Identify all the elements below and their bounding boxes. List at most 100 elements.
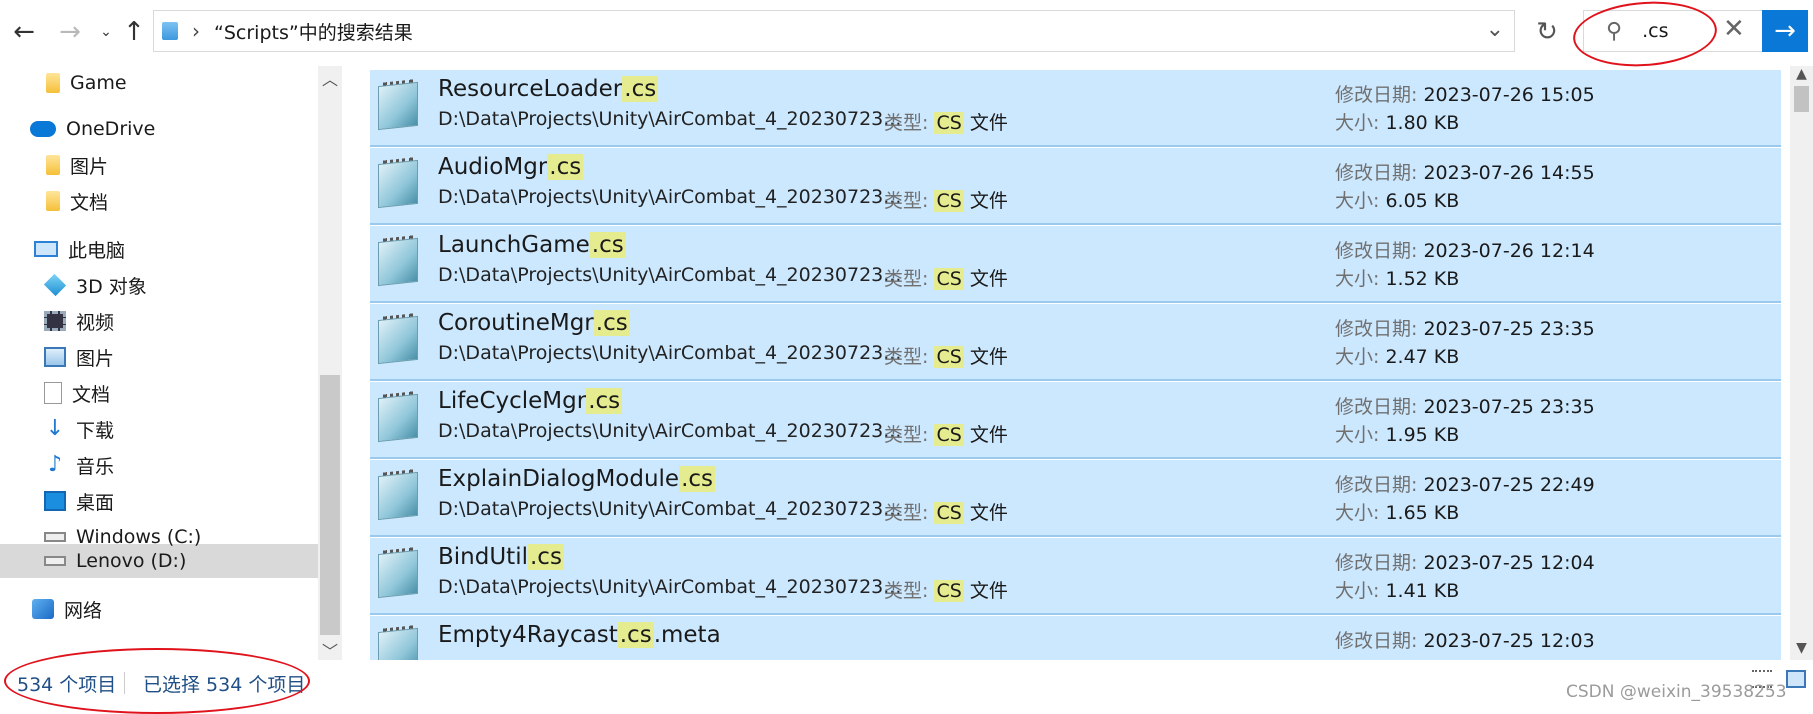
file-date: 修改日期: 2023-07-25 12:03: [1335, 630, 1595, 652]
sidebar-item-documents[interactable]: 文档: [44, 376, 110, 410]
file-row[interactable]: LaunchGame.cs D:\Data\Projects\Unity\Air…: [370, 226, 1781, 303]
sidebar-item-music[interactable]: ♪ 音乐: [44, 448, 114, 482]
annotation-circle-status: [4, 648, 310, 714]
folder-icon: [46, 191, 60, 211]
file-type: 类型: CS 文件: [884, 502, 1008, 524]
status-bar: 534 个项目 已选择 534 个项目 CSDN @weixin_3953825…: [0, 648, 1813, 714]
sidebar-item-onedrive[interactable]: OneDrive: [30, 112, 155, 146]
chevron-down-icon[interactable]: ⌄: [1486, 17, 1504, 42]
text-file-icon: [378, 627, 418, 662]
file-type: 类型: CS 文件: [884, 112, 1008, 134]
clear-search-icon[interactable]: ✕: [1723, 14, 1745, 44]
search-go-button[interactable]: →: [1762, 10, 1808, 52]
text-file-icon: [378, 471, 418, 521]
video-icon: [44, 311, 66, 331]
sidebar-item-onedrive-pictures[interactable]: 图片: [46, 148, 108, 182]
file-name: BindUtil.cs: [438, 544, 564, 570]
file-row[interactable]: BindUtil.cs D:\Data\Projects\Unity\AirCo…: [370, 538, 1781, 615]
file-type: 类型: CS 文件: [884, 580, 1008, 602]
folder-icon: [46, 73, 60, 93]
drive-icon: [44, 532, 66, 542]
text-file-icon: [378, 315, 418, 365]
file-date: 修改日期: 2023-07-25 23:35: [1335, 318, 1595, 340]
back-arrow-icon[interactable]: ←: [6, 14, 42, 50]
sidebar-scrollbar-thumb[interactable]: [320, 375, 340, 635]
sidebar-item-3d-objects[interactable]: 3D 对象: [43, 268, 147, 302]
3d-objects-icon: [43, 273, 67, 297]
scroll-up-icon[interactable]: ︿: [318, 66, 342, 90]
music-icon: ♪: [47, 452, 63, 477]
address-bar[interactable]: › “Scripts”中的搜索结果 ⌄: [153, 10, 1515, 52]
file-type: 类型: CS 文件: [884, 424, 1008, 446]
results-scrollbar[interactable]: [1790, 66, 1813, 660]
documents-icon: [44, 382, 62, 404]
file-row[interactable]: Empty4Raycast.cs.meta 修改日期: 2023-07-25 1…: [370, 616, 1781, 662]
folder-icon: [46, 155, 60, 175]
network-icon: [32, 599, 54, 619]
file-date: 修改日期: 2023-07-25 23:35: [1335, 396, 1595, 418]
chevron-right-icon[interactable]: ›: [192, 19, 200, 43]
file-type: 类型: CS 文件: [884, 346, 1008, 368]
file-name: Empty4Raycast.cs.meta: [438, 622, 721, 648]
file-date: 修改日期: 2023-07-26 14:55: [1335, 162, 1595, 184]
file-name: ExplainDialogModule.cs: [438, 466, 716, 492]
file-path: D:\Data\Projects\Unity\AirCombat_4_20230…: [438, 264, 902, 286]
large-icons-view-icon[interactable]: [1786, 670, 1806, 688]
sidebar-item-desktop[interactable]: 桌面: [44, 484, 114, 518]
sidebar-item-this-pc[interactable]: 此电脑: [34, 232, 125, 266]
folder-icon: [162, 22, 178, 40]
file-path: D:\Data\Projects\Unity\AirCombat_4_20230…: [438, 420, 902, 442]
file-name: AudioMgr.cs: [438, 154, 584, 180]
file-row[interactable]: AudioMgr.cs D:\Data\Projects\Unity\AirCo…: [370, 148, 1781, 225]
file-path: D:\Data\Projects\Unity\AirCombat_4_20230…: [438, 108, 902, 130]
file-path: D:\Data\Projects\Unity\AirCombat_4_20230…: [438, 342, 902, 364]
results-list: ResourceLoader.cs D:\Data\Projects\Unity…: [370, 70, 1781, 662]
refresh-icon[interactable]: ↻: [1527, 14, 1567, 50]
sidebar-item-game[interactable]: Game: [46, 66, 127, 100]
desktop-icon: [44, 491, 66, 511]
scroll-up-icon[interactable]: ▲: [1790, 66, 1813, 82]
file-size: 大小: 2.47 KB: [1335, 346, 1460, 368]
sidebar-item-onedrive-documents[interactable]: 文档: [46, 184, 108, 218]
scroll-down-icon[interactable]: ﹀: [318, 638, 342, 662]
text-file-icon: [378, 81, 418, 131]
file-date: 修改日期: 2023-07-26 15:05: [1335, 84, 1595, 106]
file-date: 修改日期: 2023-07-26 12:14: [1335, 240, 1595, 262]
sidebar-item-pictures[interactable]: 图片: [44, 340, 114, 374]
sidebar-item-downloads[interactable]: ↓ 下载: [44, 412, 114, 446]
file-size: 大小: 1.65 KB: [1335, 502, 1460, 524]
sidebar-item-drive-d[interactable]: Lenovo (D:): [44, 544, 186, 578]
text-file-icon: [378, 237, 418, 287]
file-row[interactable]: ResourceLoader.cs D:\Data\Projects\Unity…: [370, 70, 1781, 147]
file-row[interactable]: LifeCycleMgr.cs D:\Data\Projects\Unity\A…: [370, 382, 1781, 459]
text-file-icon: [378, 549, 418, 599]
file-path: D:\Data\Projects\Unity\AirCombat_4_20230…: [438, 576, 902, 598]
download-icon: ↓: [45, 416, 65, 441]
file-size: 大小: 1.41 KB: [1335, 580, 1460, 602]
results-scrollbar-thumb[interactable]: [1794, 86, 1809, 112]
file-size: 大小: 1.80 KB: [1335, 112, 1460, 134]
file-name: ResourceLoader.cs: [438, 76, 659, 102]
computer-icon: [34, 241, 58, 257]
watermark: CSDN @weixin_39538253: [1566, 682, 1787, 702]
forward-arrow-icon[interactable]: →: [52, 14, 88, 50]
file-row[interactable]: ExplainDialogModule.cs D:\Data\Projects\…: [370, 460, 1781, 537]
file-path: D:\Data\Projects\Unity\AirCombat_4_20230…: [438, 498, 902, 520]
sidebar-item-videos[interactable]: 视频: [44, 304, 114, 338]
file-date: 修改日期: 2023-07-25 22:49: [1335, 474, 1595, 496]
file-name: CoroutineMgr.cs: [438, 310, 630, 336]
up-arrow-icon[interactable]: ↑: [116, 14, 152, 50]
file-size: 大小: 1.52 KB: [1335, 268, 1460, 290]
scroll-down-icon[interactable]: ▼: [1790, 640, 1813, 656]
navigation-pane: Game OneDrive 图片 文档 此电脑 3D 对象 视频 图片 文档 ↓…: [0, 66, 318, 660]
file-date: 修改日期: 2023-07-25 12:04: [1335, 552, 1595, 574]
text-file-icon: [378, 393, 418, 443]
breadcrumb[interactable]: “Scripts”中的搜索结果: [214, 18, 413, 45]
file-size: 大小: 6.05 KB: [1335, 190, 1460, 212]
sidebar-item-network[interactable]: 网络: [32, 592, 102, 626]
file-name: LifeCycleMgr.cs: [438, 388, 623, 414]
file-row[interactable]: CoroutineMgr.cs D:\Data\Projects\Unity\A…: [370, 304, 1781, 381]
file-name: LaunchGame.cs: [438, 232, 626, 258]
onedrive-icon: [30, 121, 56, 137]
file-path: D:\Data\Projects\Unity\AirCombat_4_20230…: [438, 186, 902, 208]
